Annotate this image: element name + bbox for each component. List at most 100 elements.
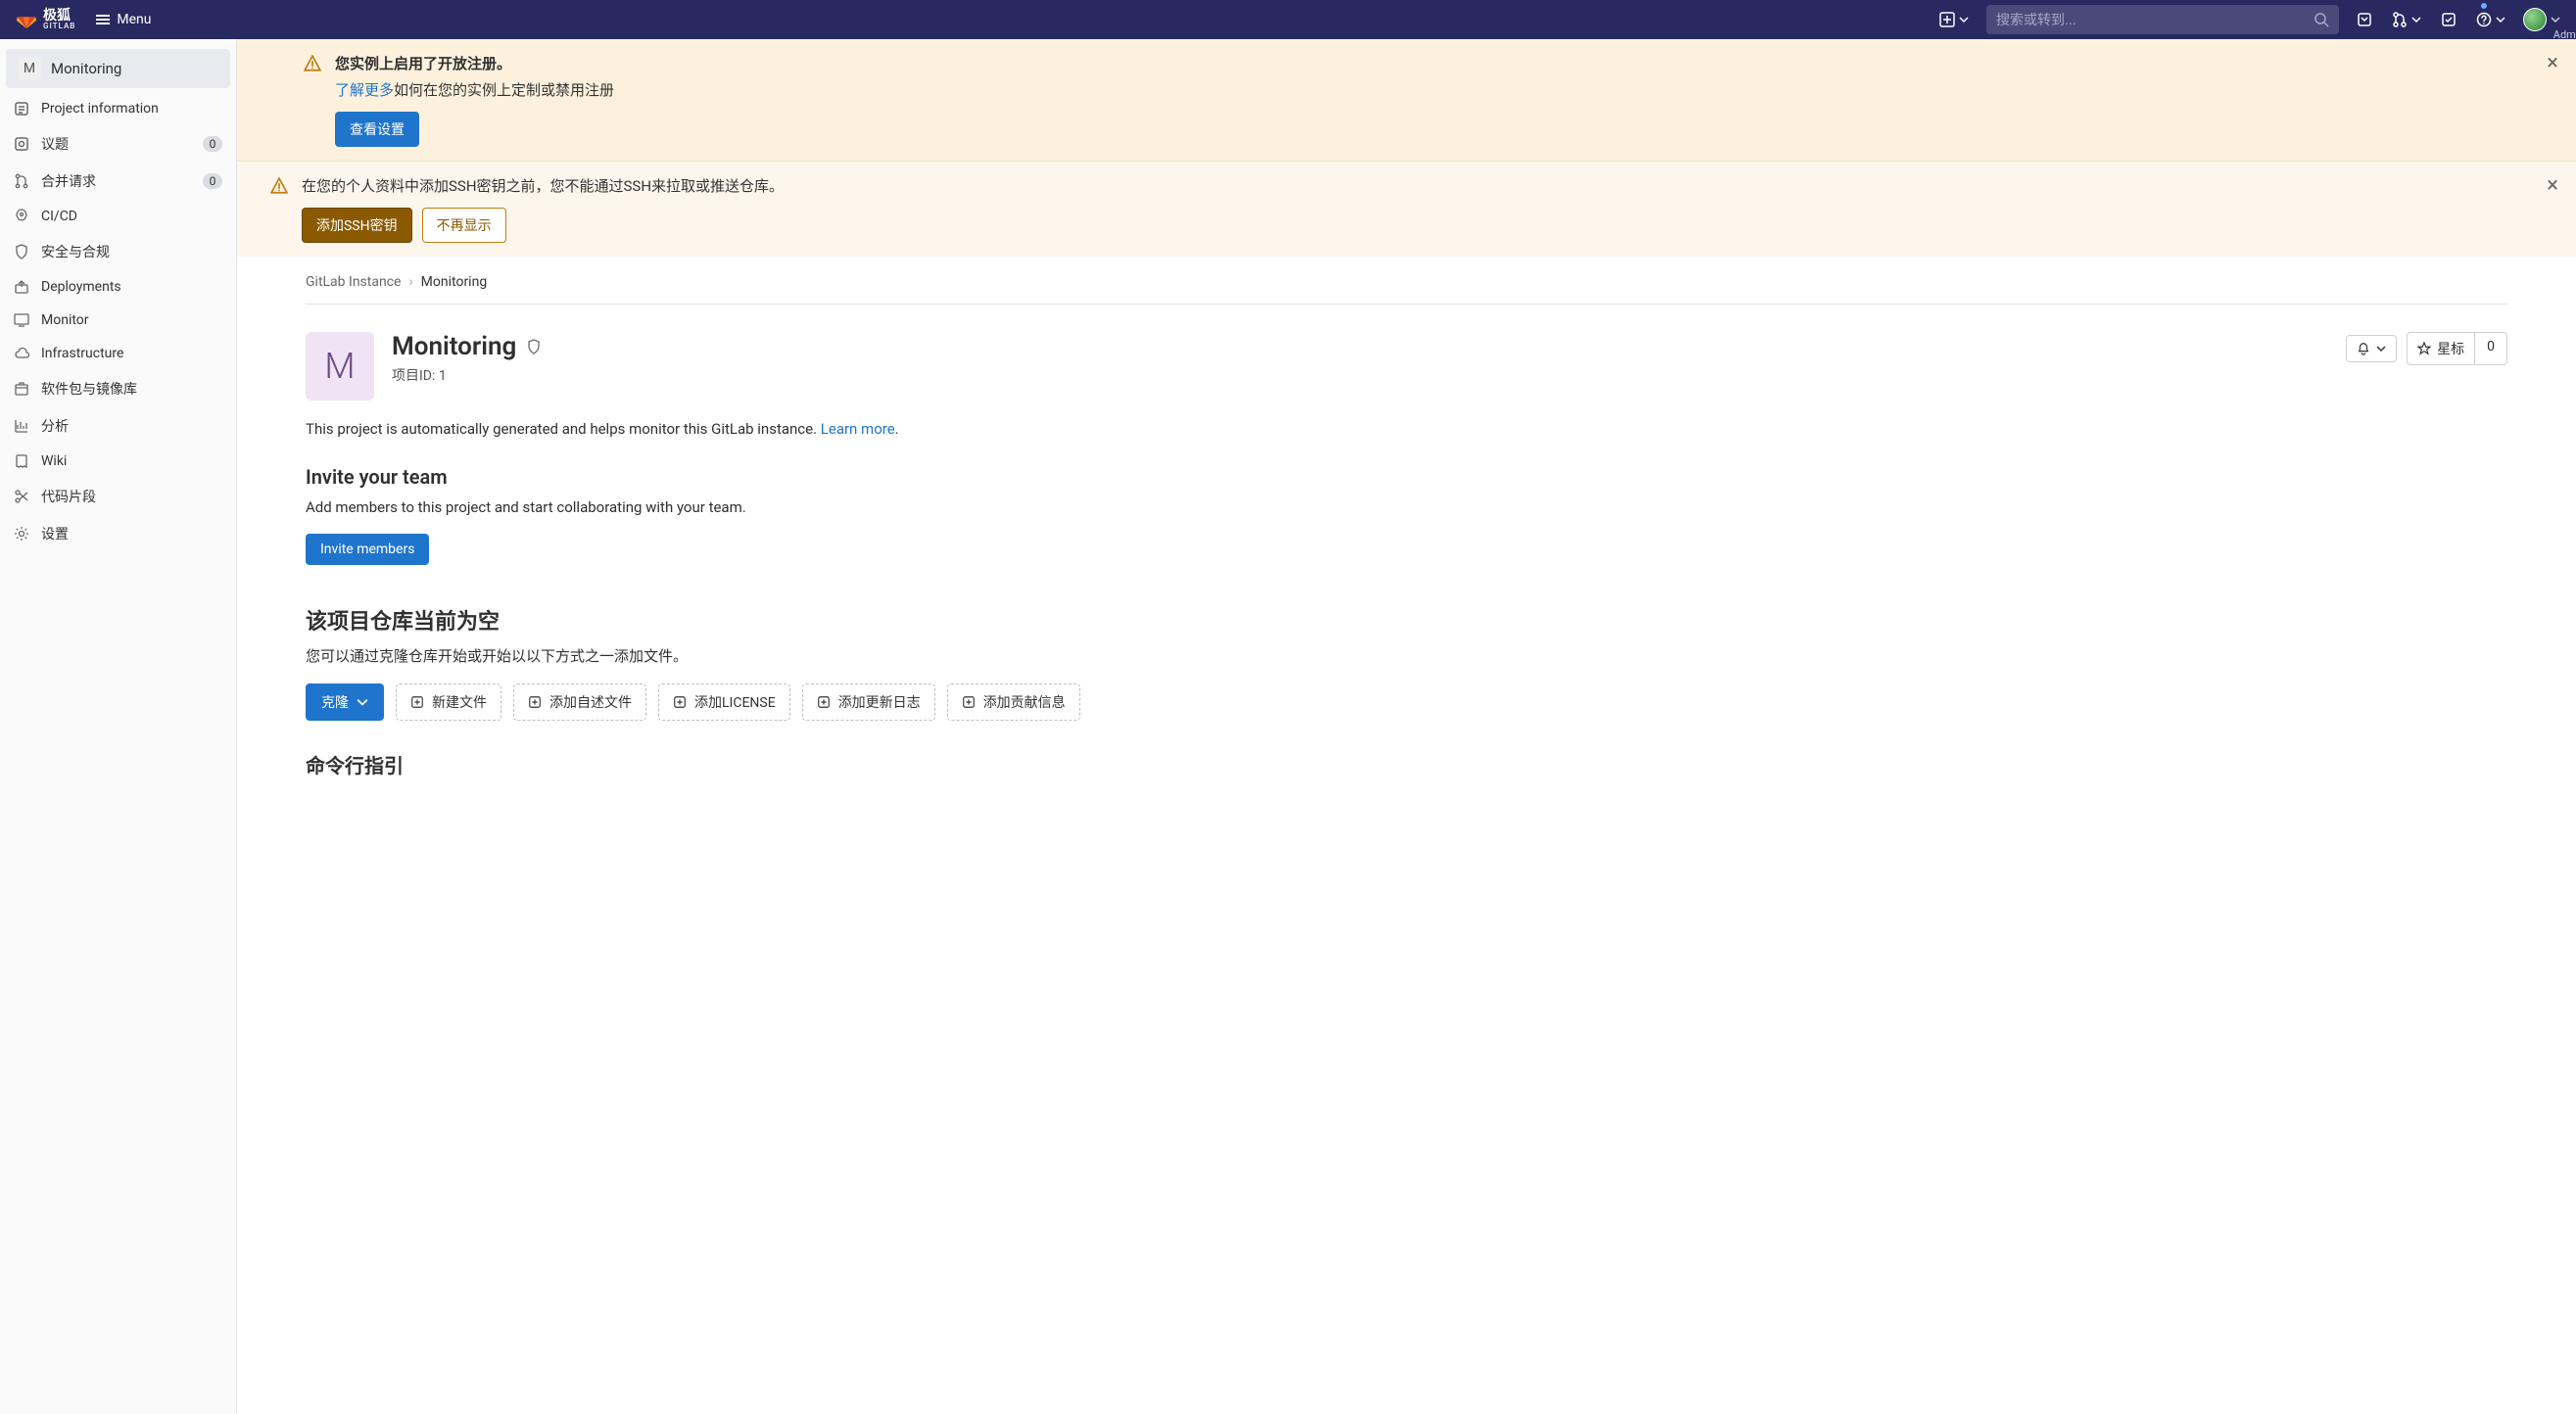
plus-box-icon bbox=[962, 695, 976, 709]
todo-icon bbox=[2441, 12, 2457, 27]
merge-requests-shortcut[interactable] bbox=[2382, 0, 2431, 39]
issues-count: 0 bbox=[203, 136, 222, 152]
chart-icon bbox=[14, 418, 29, 434]
search-box[interactable] bbox=[1986, 5, 2339, 34]
star-icon bbox=[2417, 342, 2431, 355]
project-name: Monitoring bbox=[392, 332, 516, 361]
star-button[interactable]: 星标 bbox=[2407, 332, 2475, 365]
plus-box-icon bbox=[673, 695, 687, 709]
content: 您实例上启用了开放注册。 了解更多如何在您的实例上定制或禁用注册 查看设置 × … bbox=[237, 39, 2576, 1414]
menu-button[interactable]: Menu bbox=[83, 0, 163, 39]
chevron-down-icon bbox=[2551, 15, 2560, 24]
sidebar-project-header[interactable]: M Monitoring bbox=[6, 49, 230, 88]
open-registration-alert: 您实例上启用了开放注册。 了解更多如何在您的实例上定制或禁用注册 查看设置 × bbox=[237, 39, 2576, 162]
visibility-internal-icon bbox=[526, 339, 542, 354]
clone-label: 克隆 bbox=[321, 692, 349, 712]
sidebar-item-merge-requests[interactable]: 合并请求 0 bbox=[0, 163, 236, 200]
avatar bbox=[2523, 8, 2547, 31]
breadcrumb-current: Monitoring bbox=[421, 274, 488, 290]
merge-icon bbox=[14, 173, 29, 189]
alert-text-rest: 如何在您的实例上定制或禁用注册 bbox=[394, 81, 614, 99]
logo[interactable]: 极狐 GITLAB bbox=[8, 9, 83, 30]
star-count[interactable]: 0 bbox=[2475, 332, 2507, 365]
sidebar-item-label: 安全与合规 bbox=[41, 242, 222, 261]
sidebar-item-project-information[interactable]: Project information bbox=[0, 92, 236, 125]
project-description: This project is automatically generated … bbox=[306, 420, 2507, 438]
sidebar-item-label: Project information bbox=[41, 101, 222, 117]
sidebar-item-deployments[interactable]: Deployments bbox=[0, 270, 236, 304]
notification-settings-button[interactable] bbox=[2346, 335, 2397, 362]
chevron-down-icon bbox=[2411, 15, 2421, 24]
plus-box-icon bbox=[528, 695, 542, 709]
sidebar-item-label: 合并请求 bbox=[41, 171, 191, 191]
add-license-button[interactable]: 添加LICENSE bbox=[658, 683, 790, 721]
learn-more-link[interactable]: Learn more bbox=[821, 420, 895, 438]
breadcrumb-root[interactable]: GitLab Instance bbox=[306, 274, 401, 290]
plus-box-icon bbox=[1939, 12, 1955, 27]
shield-icon bbox=[14, 244, 29, 259]
menu-label: Menu bbox=[117, 12, 151, 27]
sidebar-item-infrastructure[interactable]: Infrastructure bbox=[0, 337, 236, 370]
issues-shortcut[interactable] bbox=[2347, 0, 2382, 39]
ssh-alert-text: 在您的个人资料中添加SSH密钥之前，您不能通过SSH来拉取或推送仓库。 bbox=[302, 175, 2556, 196]
help-button[interactable] bbox=[2466, 0, 2515, 39]
dismiss-ssh-button[interactable]: 不再显示 bbox=[422, 208, 506, 243]
sidebar-item-security[interactable]: 安全与合规 bbox=[0, 233, 236, 270]
issue-icon bbox=[14, 136, 29, 152]
sidebar-item-label: Monitor bbox=[41, 312, 222, 328]
mr-count: 0 bbox=[203, 173, 222, 189]
invite-members-button[interactable]: Invite members bbox=[306, 534, 429, 565]
sidebar-item-monitor[interactable]: Monitor bbox=[0, 304, 236, 337]
scissors-icon bbox=[14, 489, 29, 504]
sidebar-item-packages[interactable]: 软件包与镜像库 bbox=[0, 370, 236, 407]
sidebar-item-snippets[interactable]: 代码片段 bbox=[0, 478, 236, 515]
deploy-icon bbox=[14, 279, 29, 295]
sidebar-item-label: Deployments bbox=[41, 279, 222, 295]
project-title: Monitoring bbox=[51, 60, 121, 77]
ssh-key-alert: 在您的个人资料中添加SSH密钥之前，您不能通过SSH来拉取或推送仓库。 添加SS… bbox=[237, 162, 2576, 257]
add-ssh-key-button[interactable]: 添加SSH密钥 bbox=[302, 208, 412, 243]
close-icon[interactable]: × bbox=[2547, 53, 2558, 74]
learn-more-link[interactable]: 了解更多 bbox=[335, 81, 394, 99]
info-icon bbox=[14, 101, 29, 117]
sidebar: M Monitoring Project information 议题 0 合并… bbox=[0, 39, 237, 1414]
book-icon bbox=[14, 453, 29, 469]
search-input[interactable] bbox=[1996, 12, 2314, 27]
sidebar-item-label: 分析 bbox=[41, 416, 222, 436]
merge-icon bbox=[2392, 12, 2408, 27]
search-icon[interactable] bbox=[2314, 12, 2329, 27]
sidebar-item-cicd[interactable]: CI/CD bbox=[0, 200, 236, 233]
brand-name: 极狐 bbox=[43, 9, 75, 23]
breadcrumb: GitLab Instance › Monitoring bbox=[306, 274, 2507, 305]
empty-repo-heading: 该项目仓库当前为空 bbox=[306, 604, 2507, 636]
plus-box-icon bbox=[410, 695, 424, 709]
plus-box-icon bbox=[817, 695, 831, 709]
sidebar-item-wiki[interactable]: Wiki bbox=[0, 445, 236, 478]
chevron-down-icon bbox=[2496, 15, 2505, 24]
user-menu[interactable]: Administra bbox=[2515, 0, 2568, 39]
view-settings-button[interactable]: 查看设置 bbox=[335, 112, 419, 147]
sidebar-item-issues[interactable]: 议题 0 bbox=[0, 125, 236, 163]
clone-button[interactable]: 克隆 bbox=[306, 683, 384, 721]
brand-sub: GITLAB bbox=[43, 23, 75, 30]
hamburger-icon bbox=[95, 12, 111, 27]
add-contributing-button[interactable]: 添加贡献信息 bbox=[947, 683, 1080, 721]
close-icon[interactable]: × bbox=[2547, 175, 2558, 197]
todos-shortcut[interactable] bbox=[2431, 0, 2466, 39]
sidebar-item-settings[interactable]: 设置 bbox=[0, 515, 236, 552]
add-readme-button[interactable]: 添加自述文件 bbox=[513, 683, 646, 721]
create-new-button[interactable] bbox=[1930, 0, 1979, 39]
new-file-button[interactable]: 新建文件 bbox=[396, 683, 501, 721]
project-header: M Monitoring 项目ID: 1 bbox=[306, 305, 2507, 401]
chevron-down-icon bbox=[1959, 15, 1969, 24]
sidebar-item-label: 设置 bbox=[41, 524, 222, 543]
add-changelog-button[interactable]: 添加更新日志 bbox=[802, 683, 935, 721]
gear-icon bbox=[14, 526, 29, 542]
sidebar-item-label: 代码片段 bbox=[41, 487, 222, 506]
sidebar-item-analytics[interactable]: 分析 bbox=[0, 407, 236, 445]
sidebar-item-label: Wiki bbox=[41, 453, 222, 469]
warning-icon bbox=[304, 55, 321, 72]
warning-icon bbox=[270, 177, 288, 195]
project-avatar-large: M bbox=[306, 332, 374, 401]
project-id: 项目ID: 1 bbox=[392, 365, 2328, 385]
